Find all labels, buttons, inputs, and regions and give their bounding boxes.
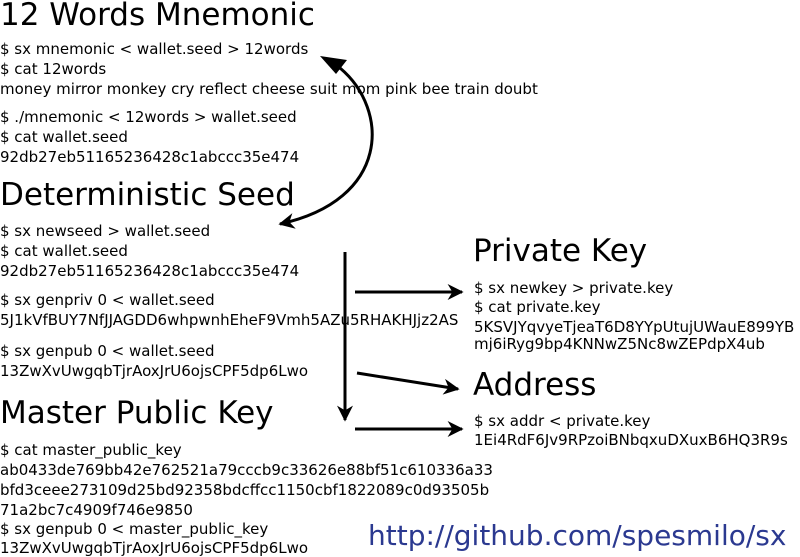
- mnemonic-words: money mirror monkey cry reflect cheese s…: [0, 80, 538, 98]
- seed-value: 92db27eb51165236428c1abccc35e474: [0, 262, 300, 280]
- master-key-value: 71a2bc7c4909f746e9850: [0, 501, 193, 519]
- master-key-value: bfd3ceee273109d25bd92358bdcffcc1150cbf18…: [0, 481, 490, 499]
- seed-to-address-arrow: [356, 371, 460, 395]
- seed-command-line: $ sx newseed > wallet.seed: [0, 222, 211, 240]
- mnemonic-seed-value: 92db27eb51165236428c1abccc35e474: [0, 148, 300, 166]
- master-heading: Master Public Key: [0, 395, 274, 431]
- mnemonic-heading: 12 Words Mnemonic: [0, 0, 315, 33]
- private-key-value: 5KSVJYqvyeTjeaT6D8YYpUtujUWauE899YBmj6iR…: [474, 319, 795, 353]
- master-command-line: $ sx genpub 0 < master_public_key: [0, 520, 269, 538]
- seed-command-line: $ sx genpriv 0 < wallet.seed: [0, 291, 215, 309]
- master-address-value: 13ZwXvUwgqbTjrAoxJrU6ojsCPF5dp6Lwo: [0, 539, 309, 557]
- master-command-line: $ cat master_public_key: [0, 441, 182, 459]
- mnemonic-command-line: $ cat wallet.seed: [0, 128, 128, 146]
- github-url: http://github.com/spesmilo/sx: [368, 519, 787, 552]
- seed-command-line: $ cat wallet.seed: [0, 242, 128, 260]
- address-value: 1Ei4RdF6Jv9RPzoiBNbqxuDXuxB6HQ3R9s: [474, 432, 788, 449]
- private-key-command-line: $ cat private.key: [474, 298, 601, 316]
- address-command-line: $ sx addr < private.key: [474, 412, 651, 430]
- mnemonic-command-line: $ sx mnemonic < wallet.seed > 12words: [0, 40, 309, 58]
- seed-heading: Deterministic Seed: [0, 177, 295, 213]
- mnemonic-command-line: $ ./mnemonic < 12words > wallet.seed: [0, 108, 297, 126]
- seed-private-value: 5J1kVfBUY7NfJJAGDD6whpwnhEheF9Vmh5AZu5RH…: [0, 312, 459, 329]
- private-key-command-line: $ sx newkey > private.key: [474, 279, 674, 297]
- address-heading: Address: [473, 367, 597, 403]
- seed-address-value: 13ZwXvUwgqbTjrAoxJrU6ojsCPF5dp6Lwo: [0, 362, 309, 380]
- master-key-value: ab0433de769bb42e762521a79cccb9c33626e88b…: [0, 461, 493, 479]
- seed-command-line: $ sx genpub 0 < wallet.seed: [0, 342, 215, 360]
- private-key-heading: Private Key: [473, 233, 648, 269]
- mnemonic-command-line: $ cat 12words: [0, 60, 107, 78]
